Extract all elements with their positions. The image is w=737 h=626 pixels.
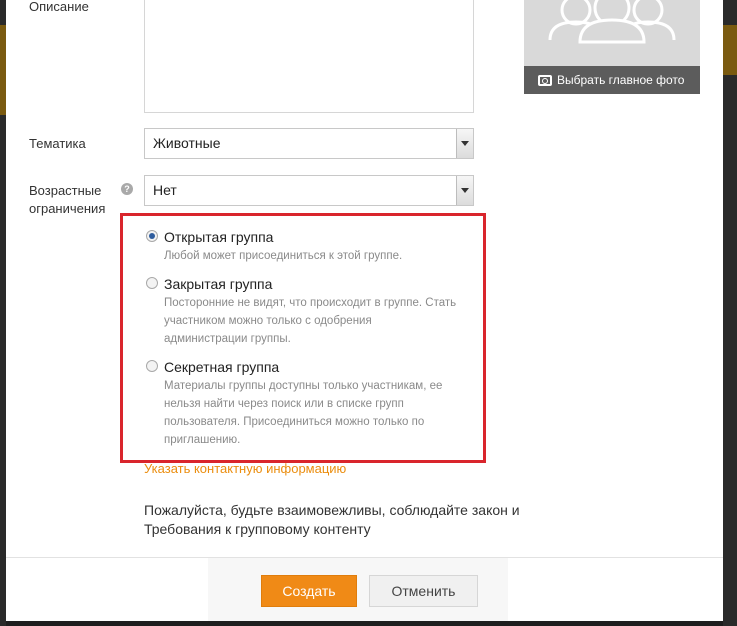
camera-icon <box>538 75 552 86</box>
radio-closed-group[interactable] <box>146 277 158 289</box>
option-secret-desc-line3: пользователя. Присоединиться можно тольк… <box>164 416 425 428</box>
chevron-down-icon[interactable] <box>456 129 473 158</box>
age-select-value: Нет <box>153 182 177 198</box>
option-open-desc: Любой может присоединиться к этой группе… <box>164 250 403 262</box>
terms-line1: Пожалуйста, будьте взаимовежливы, соблюд… <box>144 502 520 518</box>
background-overlay-right <box>723 0 737 626</box>
help-icon[interactable]: ? <box>121 183 133 195</box>
theme-select-value: Животные <box>153 135 221 151</box>
group-people-icon <box>548 0 676 44</box>
background-accent-right <box>723 25 737 75</box>
age-label-line2: ограничения <box>29 201 106 216</box>
choose-main-photo-button[interactable]: Выбрать главное фото <box>524 66 700 94</box>
option-closed-desc-line2: участником можно только с одобрения <box>164 315 372 327</box>
age-label-line1: Возрастные <box>29 183 102 198</box>
main-photo-placeholder: Выбрать главное фото <box>524 0 700 94</box>
option-secret-title[interactable]: Секретная группа <box>164 358 279 376</box>
radio-secret-group[interactable] <box>146 360 158 372</box>
theme-select[interactable]: Животные <box>144 128 474 159</box>
create-button[interactable]: Создать <box>261 575 357 607</box>
age-restriction-select[interactable]: Нет <box>144 175 474 206</box>
radio-open-group[interactable] <box>146 230 158 242</box>
option-closed-desc-line1: Посторонние не видят, что происходит в г… <box>164 297 457 309</box>
option-secret-desc-line4: приглашению. <box>164 434 241 446</box>
theme-label: Тематика <box>29 136 86 151</box>
cancel-button[interactable]: Отменить <box>369 575 478 607</box>
contact-info-link[interactable]: Указать контактную информацию <box>144 460 346 478</box>
description-textarea[interactable] <box>144 0 474 113</box>
terms-line2[interactable]: Требования к групповому контенту <box>144 520 544 539</box>
choose-main-photo-label: Выбрать главное фото <box>557 73 685 87</box>
create-group-dialog: Описание Выбрать главное фото Тематика Ж… <box>6 0 723 621</box>
description-label: Описание <box>29 0 89 14</box>
option-closed-desc-line3: администрации группы. <box>164 333 291 345</box>
option-secret-desc-line2: нельзя найти через поиск или в списке гр… <box>164 398 404 410</box>
option-open-title[interactable]: Открытая группа <box>164 228 273 246</box>
chevron-down-icon[interactable] <box>456 176 473 205</box>
terms-text: Пожалуйста, будьте взаимовежливы, соблюд… <box>144 501 544 539</box>
option-closed-title[interactable]: Закрытая группа <box>164 275 272 293</box>
option-secret-desc-line1: Материалы группы доступны только участни… <box>164 380 443 392</box>
